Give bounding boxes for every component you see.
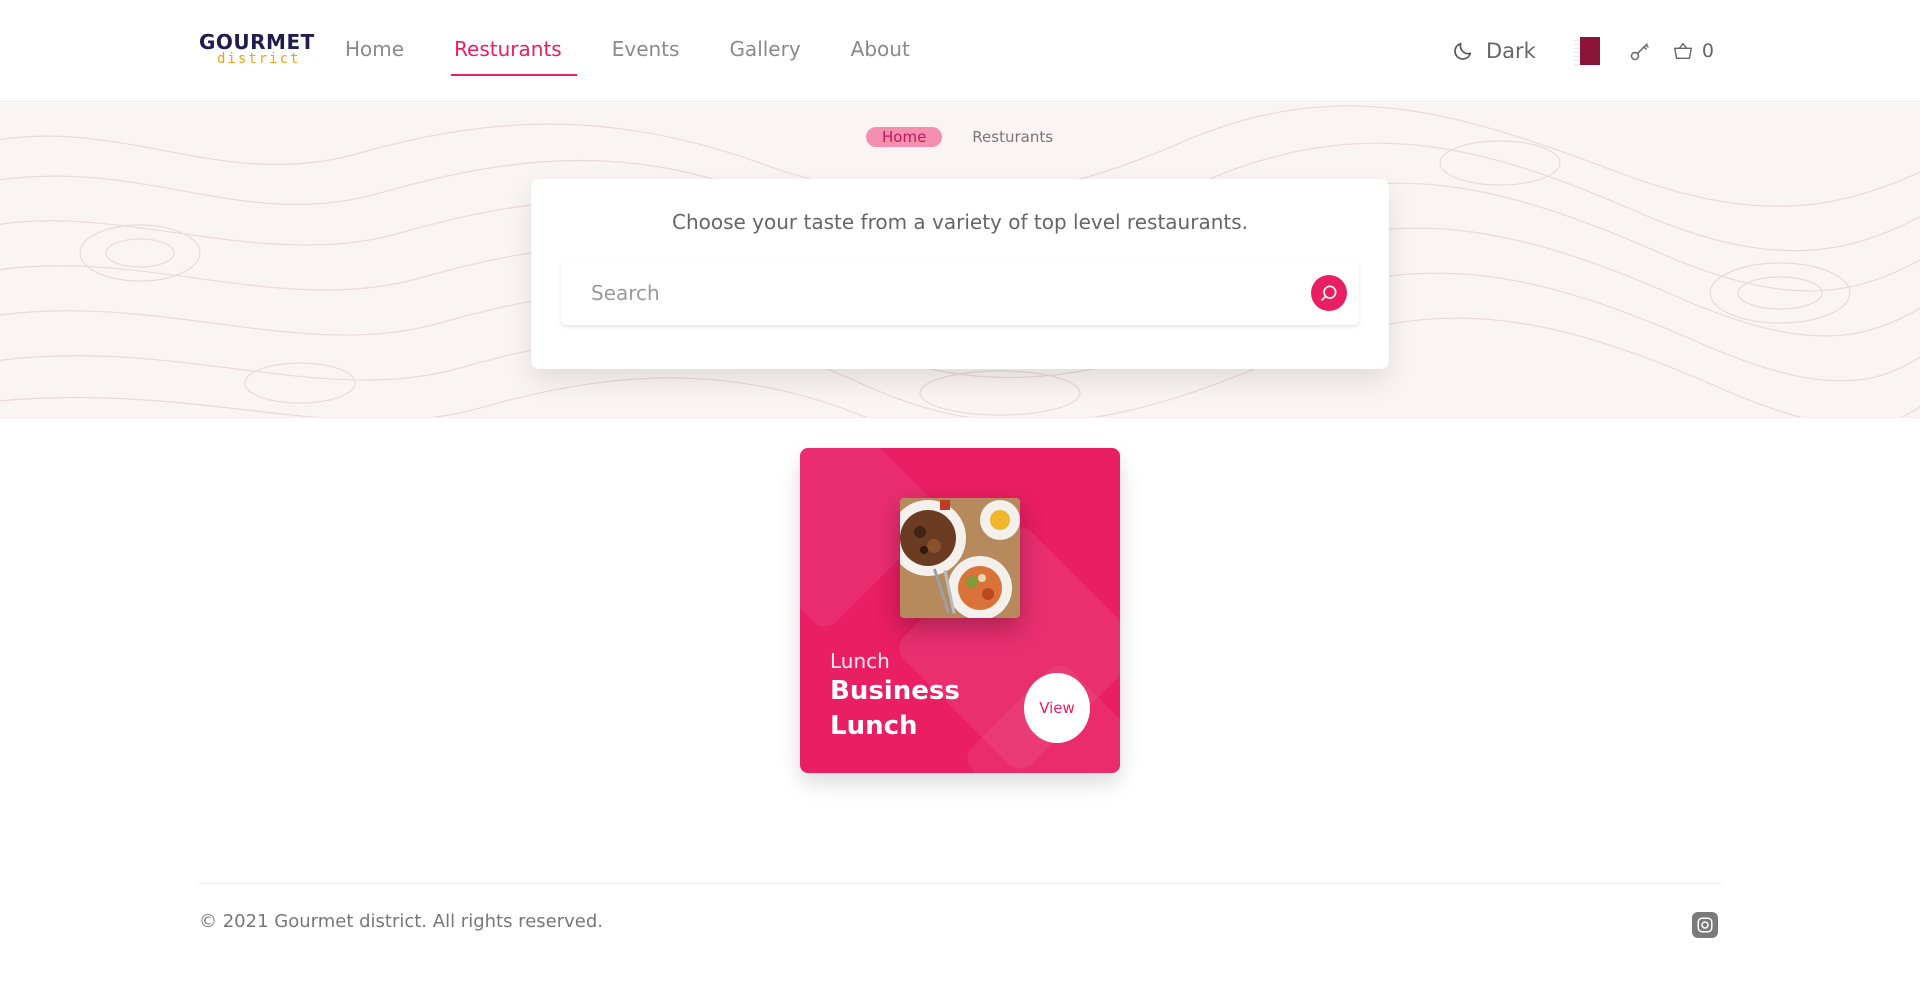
nav-item-events[interactable]: Events: [597, 0, 695, 102]
restaurant-food-image: [900, 498, 1020, 618]
cart-count: 0: [1701, 40, 1714, 62]
footer-copyright: © 2021 Gourmet district. All rights rese…: [199, 911, 603, 932]
search-button[interactable]: [1311, 275, 1347, 311]
logo-wordmark-bottom: district: [217, 51, 301, 67]
dark-mode-label: Dark: [1486, 39, 1536, 63]
restaurant-card[interactable]: Lunch Business Lunch View: [800, 448, 1120, 773]
search-box: [561, 261, 1359, 325]
search-icon: [1321, 285, 1337, 301]
site-header: GOURMET district Home Resturants Events …: [0, 0, 1920, 102]
breadcrumb-current: Resturants: [972, 128, 1054, 146]
key-icon: [1630, 43, 1649, 61]
qatar-flag-icon[interactable]: [1573, 37, 1600, 65]
card-category: Lunch: [830, 649, 890, 673]
breadcrumb-home[interactable]: Home: [866, 127, 943, 147]
breadcrumb: Home Resturants: [866, 127, 1053, 147]
hero-banner: Home Resturants Choose your taste from a…: [0, 103, 1920, 418]
header-controls: Dark 0: [1452, 30, 1714, 72]
view-button[interactable]: View: [1024, 673, 1090, 743]
cart-button[interactable]: 0: [1672, 40, 1714, 62]
main-nav: Home Resturants Events Gallery About: [330, 0, 945, 102]
nav-item-about[interactable]: About: [836, 0, 925, 102]
basket-icon: [1673, 42, 1692, 60]
site-logo[interactable]: GOURMET district: [199, 30, 315, 68]
nav-item-gallery[interactable]: Gallery: [714, 0, 815, 102]
instagram-icon[interactable]: [1692, 912, 1718, 938]
nav-item-restaurants[interactable]: Resturants: [439, 0, 577, 102]
search-panel: Choose your taste from a variety of top …: [531, 179, 1389, 369]
search-tagline: Choose your taste from a variety of top …: [671, 210, 1248, 234]
footer-divider: [199, 883, 1721, 884]
moon-icon: [1454, 42, 1472, 60]
login-key-button[interactable]: [1628, 39, 1652, 63]
logo-wordmark-top: GOURMET: [199, 30, 315, 54]
nav-item-home[interactable]: Home: [330, 0, 419, 102]
dark-mode-toggle[interactable]: Dark: [1452, 39, 1536, 63]
search-input[interactable]: [561, 261, 1321, 325]
card-title: Business Lunch: [830, 676, 960, 741]
